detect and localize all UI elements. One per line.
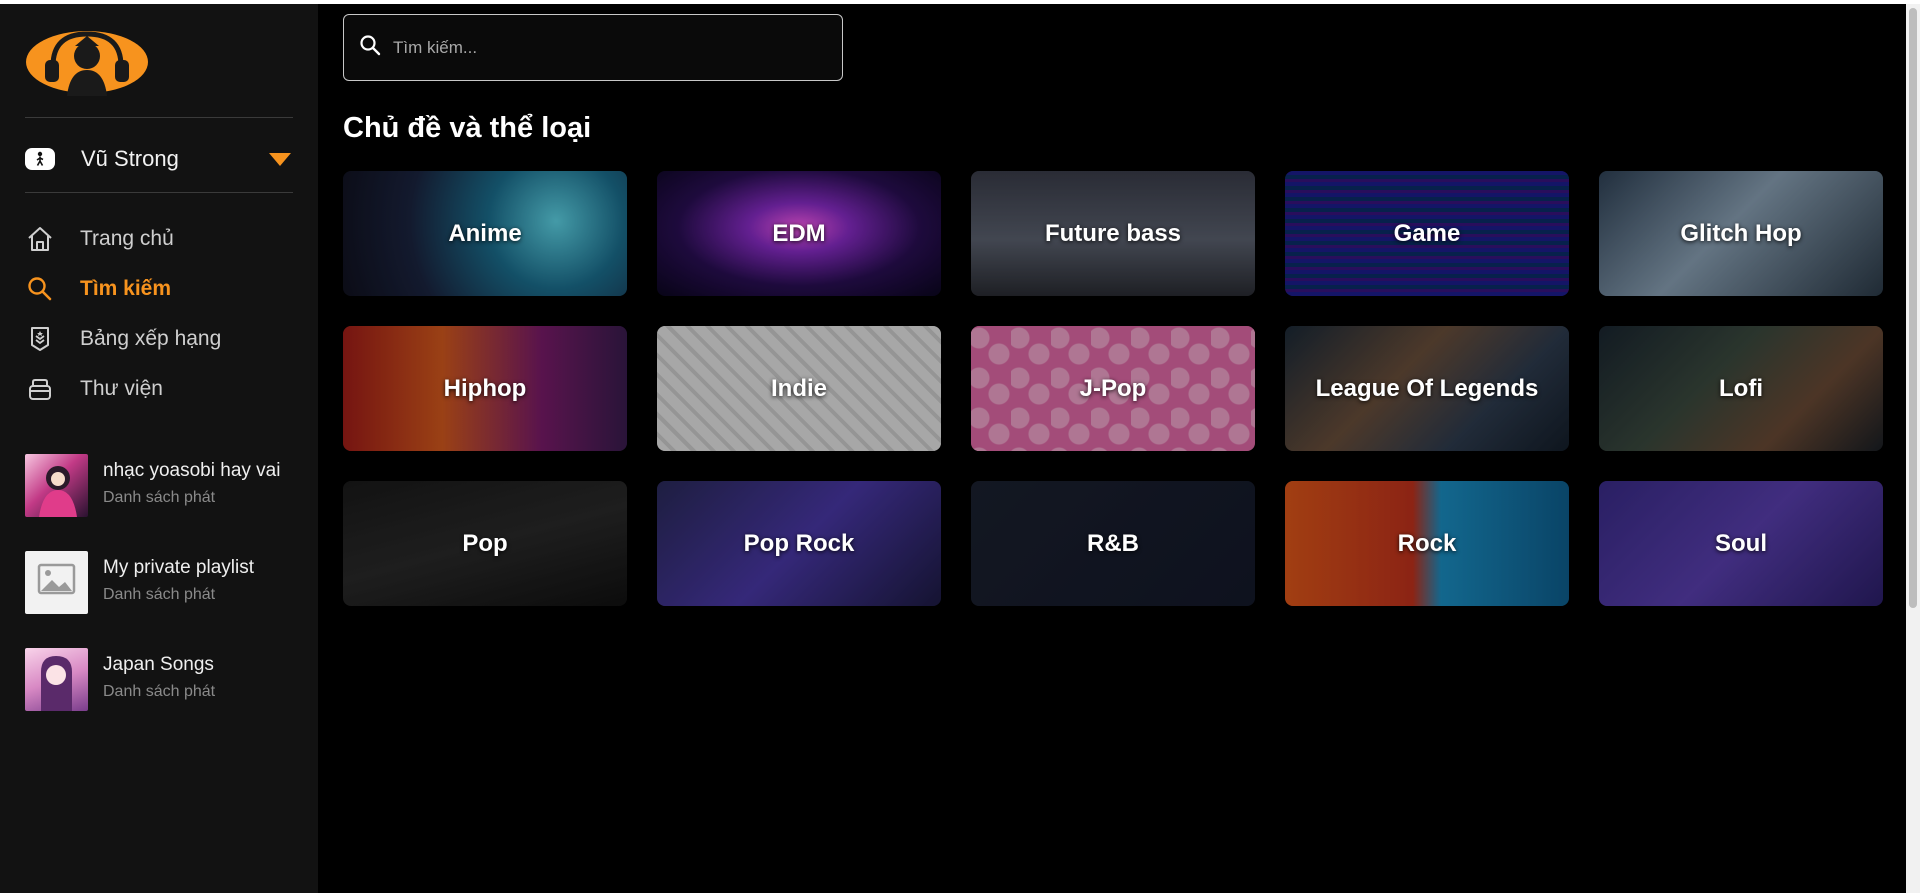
genre-card-game[interactable]: Game	[1285, 171, 1569, 296]
user-avatar	[25, 148, 55, 170]
genre-label: R&B	[1087, 529, 1139, 557]
search-icon	[359, 34, 381, 61]
badge-icon	[25, 324, 55, 354]
library-icon	[25, 374, 55, 404]
playlist-thumbnail	[25, 648, 88, 711]
playlist-item[interactable]: Japan Songs Danh sách phát	[25, 648, 315, 745]
nav-item-charts[interactable]: Bảng xếp hạng	[25, 314, 293, 364]
genre-card-pop-rock[interactable]: Pop Rock	[657, 481, 941, 606]
search-icon	[25, 274, 55, 304]
genre-card-r-and-b[interactable]: R&B	[971, 481, 1255, 606]
playlist-thumbnail	[25, 454, 88, 517]
genre-card-pop[interactable]: Pop	[343, 481, 627, 606]
playlist-title: Japan Songs	[103, 654, 214, 675]
section-title: Chủ đề và thể loại	[343, 112, 592, 144]
genre-label: Anime	[448, 219, 522, 247]
genre-card-indie[interactable]: Indie	[657, 326, 941, 451]
playlist-item[interactable]: nhạc yoasobi hay vai Danh sách phát	[25, 454, 315, 551]
genre-label: Pop	[462, 529, 508, 557]
genre-card-anime[interactable]: Anime	[343, 171, 627, 296]
genre-card-soul[interactable]: Soul	[1599, 481, 1883, 606]
image-placeholder-icon	[25, 551, 88, 614]
nav-item-label: Trang chủ	[80, 227, 174, 250]
home-icon	[25, 224, 55, 254]
playlist-item[interactable]: My private playlist Danh sách phát	[25, 551, 315, 648]
genre-label: League Of Legends	[1315, 374, 1539, 402]
genre-label: Hiphop	[443, 374, 527, 402]
nav-item-library[interactable]: Thư viện	[25, 364, 293, 414]
nav-item-home[interactable]: Trang chủ	[25, 214, 293, 264]
nav-item-label: Tìm kiếm	[80, 277, 172, 300]
user-avatar-icon	[36, 151, 44, 166]
genre-label: EDM	[772, 219, 826, 247]
app-logo[interactable]	[25, 26, 149, 98]
genre-card-league-of-legends[interactable]: League Of Legends	[1285, 326, 1569, 451]
genre-label: J-Pop	[1079, 374, 1147, 402]
genre-card-j-pop[interactable]: J-Pop	[971, 326, 1255, 451]
genre-card-hiphop[interactable]: Hiphop	[343, 326, 627, 451]
sidebar-divider	[25, 192, 293, 193]
user-name: Vũ Strong	[81, 146, 179, 171]
genre-label: Glitch Hop	[1680, 219, 1802, 247]
genre-card-edm[interactable]: EDM	[657, 171, 941, 296]
genre-label: Lofi	[1719, 374, 1763, 402]
playlist-subtitle: Danh sách phát	[103, 683, 216, 700]
user-menu[interactable]: Vũ Strong	[25, 139, 293, 179]
playlist-subtitle: Danh sách phát	[103, 489, 216, 506]
sidebar: Vũ Strong Trang chủ Tìm kiếm Bảng xếp hạ…	[0, 4, 318, 893]
playlist-title: My private playlist	[103, 557, 254, 578]
playlist-list: nhạc yoasobi hay vai Danh sách phát My p…	[25, 454, 315, 745]
nav-item-label: Thư viện	[80, 377, 163, 400]
search-box[interactable]	[343, 14, 843, 81]
genre-card-future-bass[interactable]: Future bass	[971, 171, 1255, 296]
genre-label: Soul	[1715, 529, 1767, 557]
nav-item-search[interactable]: Tìm kiếm	[25, 264, 293, 314]
chevron-down-icon[interactable]	[269, 153, 291, 166]
playlist-title: nhạc yoasobi hay vai	[103, 460, 281, 481]
nav-item-label: Bảng xếp hạng	[80, 327, 222, 350]
sidebar-divider	[25, 117, 293, 118]
sidebar-nav: Trang chủ Tìm kiếm Bảng xếp hạng Thư việ…	[25, 214, 293, 414]
genre-card-lofi[interactable]: Lofi	[1599, 326, 1883, 451]
scrollbar-thumb[interactable]	[1909, 8, 1917, 608]
genre-grid: Anime EDM Future bass Game Glitch Hop Hi…	[343, 171, 1883, 606]
playlist-subtitle: Danh sách phát	[103, 586, 216, 603]
genre-label: Future bass	[1044, 219, 1182, 247]
genre-label: Indie	[770, 374, 827, 402]
genre-label: Game	[1393, 219, 1461, 247]
genre-label: Pop Rock	[743, 529, 855, 557]
genre-card-glitch-hop[interactable]: Glitch Hop	[1599, 171, 1883, 296]
genre-label: Rock	[1397, 529, 1457, 557]
genre-card-rock[interactable]: Rock	[1285, 481, 1569, 606]
search-input[interactable]	[393, 37, 813, 58]
